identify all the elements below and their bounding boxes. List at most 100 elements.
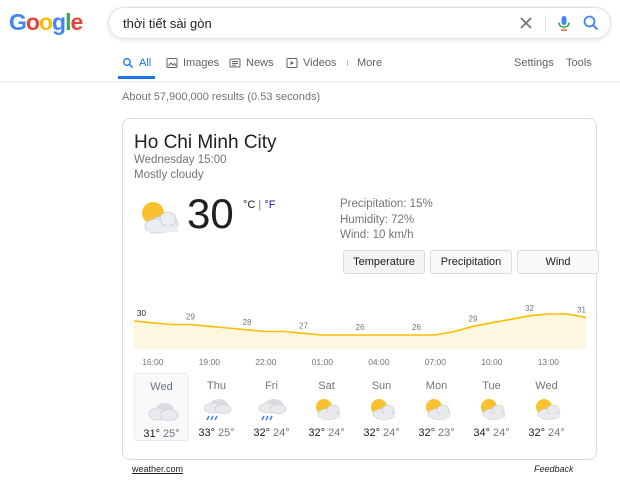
time-tick-label: 22:00 [255,357,277,367]
image-icon [166,58,178,68]
time-tick-label: 10:00 [481,357,503,367]
time-tick-label: 07:00 [425,357,447,367]
day-forecast[interactable]: Wed 32° 24° [519,373,574,441]
tab-all[interactable]: All [118,57,156,79]
temperature-point-label: 30 [137,309,146,318]
partly-sunny-icon [481,399,506,420]
day-name: Fri [265,380,278,392]
day-forecast[interactable]: Mon 32° 23° [409,373,464,441]
microphone-icon[interactable] [554,13,574,33]
precipitation-text: Precipitation: 15% [340,198,433,210]
day-high: 32° [308,427,325,439]
tab-videos[interactable]: Videos [286,57,336,79]
temperature-point-label: 27 [299,321,308,330]
feedback-link[interactable]: Feedback [534,464,574,474]
day-name: Tue [482,380,501,392]
day-temps: 31° 25° [135,428,188,440]
logo-letter: G [9,9,27,35]
result-stats: About 57,900,000 results (0.53 seconds) [122,91,321,103]
tab-label: Images [183,57,220,69]
temperature-point-label: 26 [356,323,365,332]
temperature-point-label: 26 [412,323,421,332]
temperature-point-label: 29 [186,313,195,322]
weather-card: Ho Chi Minh City Wednesday 15:00 Mostly … [122,118,599,474]
wind-text: Wind: 10 km/h [340,229,414,241]
day-high: 32° [528,427,545,439]
tab-label: News [246,57,274,69]
source-link[interactable]: weather.com [132,464,183,474]
day-high: 32° [418,427,435,439]
tab-label: All [139,57,152,69]
close-icon[interactable] [516,13,536,33]
temperature-point-label: 31 [577,306,586,315]
settings-link[interactable]: Settings [514,57,554,79]
day-name: Sat [318,380,335,392]
logo-letter: e [70,9,83,35]
time-tick-label: 01:00 [312,357,334,367]
tab-news[interactable]: News [229,57,274,79]
day-forecast[interactable]: Sun 32° 24° [354,373,409,441]
day-low: 24° [328,427,345,439]
day-high: 33° [198,427,215,439]
time-tick-label: 16:00 [142,357,164,367]
video-icon [286,58,298,68]
partly-sunny-icon [316,399,341,420]
google-logo[interactable]: Google [9,9,83,36]
day-low: 25° [163,428,180,440]
tools-link[interactable]: Tools [566,57,592,79]
precipitation-tab[interactable]: Precipitation [430,250,512,274]
tab-more[interactable]: More [346,57,382,79]
temperature-tab[interactable]: Temperature [343,250,425,274]
weather-condition: Mostly cloudy [134,169,204,181]
search-input[interactable]: thời tiết sài gòn [123,16,212,31]
tab-label: More [357,57,383,69]
fahrenheit-unit[interactable]: °F [264,199,275,211]
day-name: Thu [207,380,226,392]
humidity-text: Humidity: 72% [340,213,415,226]
current-temperature: 30 [187,190,234,237]
weather-city: Ho Chi Minh City [134,132,277,153]
unit-switch: °C | °F [243,199,275,211]
time-tick-label: 19:00 [199,357,221,367]
day-high: 32° [363,427,380,439]
day-forecast[interactable]: Sat 32° 24° [299,373,354,441]
partly-sunny-icon [426,399,451,420]
day-low: 24° [273,427,290,439]
more-dots-icon [347,60,348,66]
day-forecast[interactable]: Thu 33° 25° [189,373,244,441]
partly-sunny-icon [536,399,561,420]
tab-images[interactable]: Images [166,57,219,79]
partly-sunny-icon [371,399,396,420]
day-forecast[interactable]: Fri 32° 24° [244,373,299,441]
tab-label: Videos [303,57,337,69]
day-high: 31° [143,428,160,440]
time-tick-label: 13:00 [538,357,560,367]
logo-letter: g [52,9,66,35]
day-temps: 33° 25° [189,427,244,439]
temperature-point-label: 29 [469,314,478,323]
day-temps: 32° 24° [519,427,574,439]
temperature-point-label: 28 [243,318,252,327]
rain-icon [258,399,287,421]
weather-details: Precipitation: 15% Humidity: 72% Wind: 1… [340,197,433,244]
day-low: 24° [493,427,510,439]
wind-tab[interactable]: Wind [517,250,599,274]
day-name: Sun [371,380,392,392]
cloudy-icon [148,403,179,421]
weather-datetime: Wednesday 15:00 [134,154,227,166]
search-icon[interactable] [581,13,601,33]
search-divider [545,15,546,32]
search-tabs: All Images News Videos More Settings Too… [0,50,620,82]
rain-icon [203,399,232,421]
celsius-unit[interactable]: °C [243,199,255,211]
daily-forecast: Wed 31° 25° Thu 33° 25° Fri 32° 24° Sat … [134,373,594,443]
news-icon [229,58,241,68]
search-box[interactable]: thời tiết sài gòn [108,7,611,39]
day-name: Mon [425,380,448,392]
day-forecast[interactable]: Wed 31° 25° [134,373,189,441]
temperature-chart[interactable]: 30 29 28 27 26 26 29 32 31 16:00 19:00 22:00 01:00 04… [134,297,586,367]
temperature-point-label: 32 [525,304,534,313]
time-tick-label: 04:00 [368,357,390,367]
day-forecast[interactable]: Tue 34° 24° [464,373,519,441]
day-name: Wed [150,381,173,393]
